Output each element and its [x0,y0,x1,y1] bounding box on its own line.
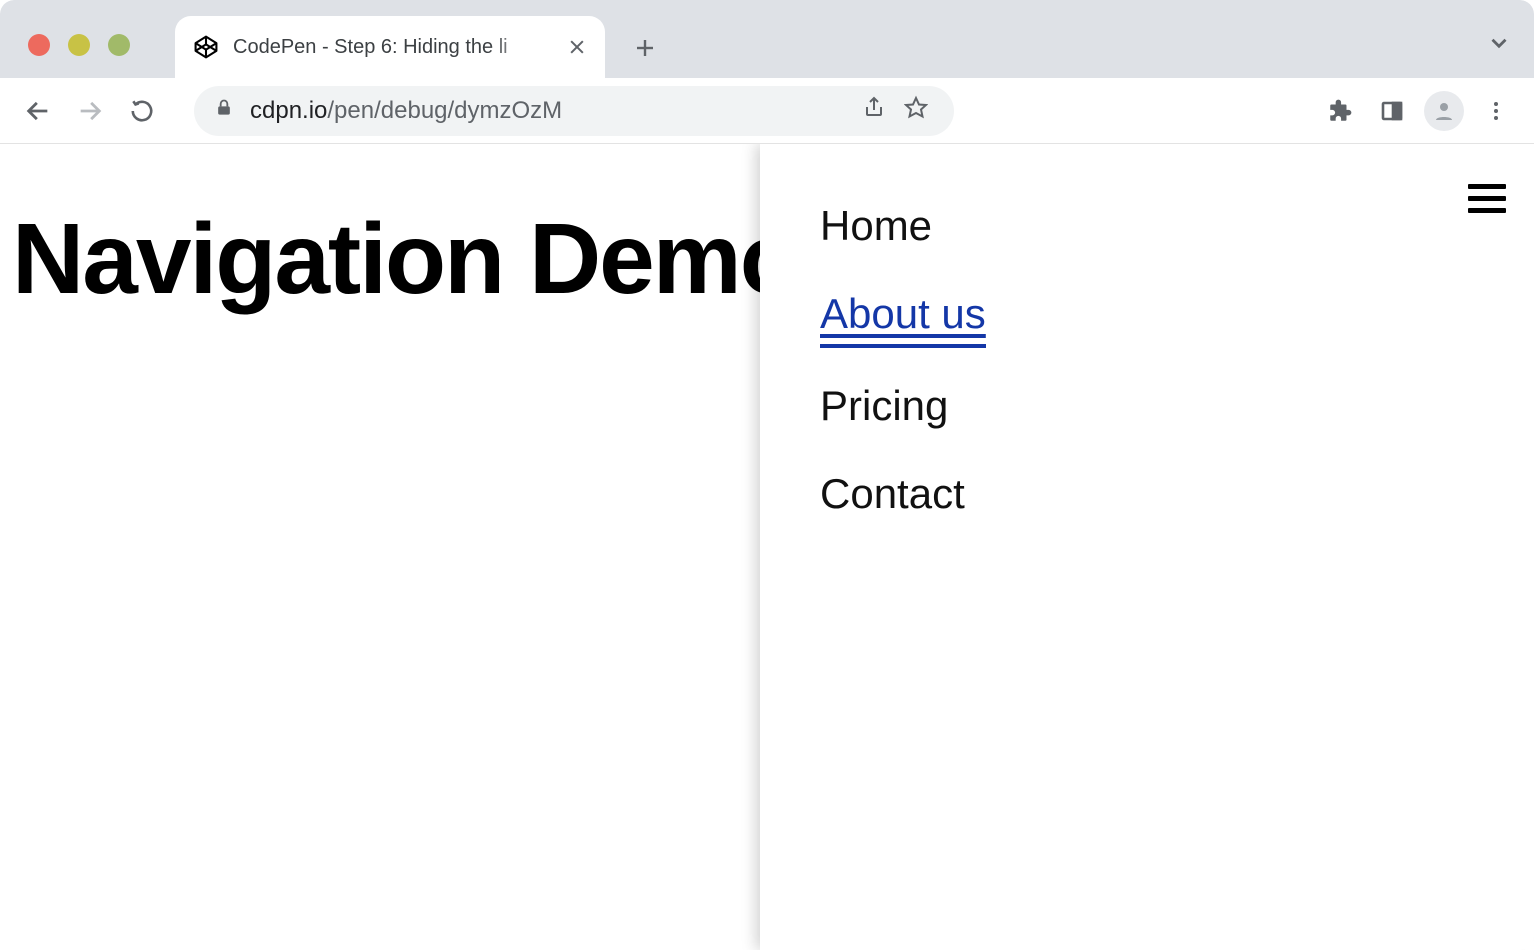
nav-item-pricing[interactable]: Pricing [820,382,1534,436]
reload-button[interactable] [122,91,162,131]
tab-search-button[interactable] [1486,30,1512,61]
window-minimize-button[interactable] [68,34,90,56]
nav-item-contact[interactable]: Contact [820,470,1534,524]
extensions-icon[interactable] [1320,91,1360,131]
close-icon[interactable] [567,37,587,57]
address-bar[interactable]: cdpn.io/pen/debug/dymzOzM [194,86,954,136]
nav-link[interactable]: Contact [820,470,965,524]
window-controls [28,34,130,56]
browser-toolbar: cdpn.io/pen/debug/dymzOzM [0,78,1534,144]
window-close-button[interactable] [28,34,50,56]
page-title: Navigation Demo [0,202,799,317]
kebab-menu-icon[interactable] [1476,91,1516,131]
nav-item-about[interactable]: About us [820,290,1534,348]
browser-tabstrip: CodePen - Step 6: Hiding the li [0,0,1534,78]
forward-button[interactable] [70,91,110,131]
nav-link[interactable]: Pricing [820,382,948,436]
window-maximize-button[interactable] [108,34,130,56]
profile-avatar[interactable] [1424,91,1464,131]
back-button[interactable] [18,91,58,131]
hamburger-icon[interactable] [1468,184,1506,213]
tab-title: CodePen - Step 6: Hiding the li [233,36,553,59]
page-content: Navigation Demo Home About us Pricing Co… [0,144,1534,950]
lock-icon [214,97,234,125]
nav-link[interactable]: About us [820,290,986,348]
sidepanel-icon[interactable] [1372,91,1412,131]
codepen-icon [193,34,219,60]
bookmark-icon[interactable] [904,95,928,126]
share-icon[interactable] [862,95,886,126]
url-text: cdpn.io/pen/debug/dymzOzM [250,97,562,125]
nav-link[interactable]: Home [820,202,932,256]
nav-drawer: Home About us Pricing Contact [760,144,1534,950]
nav-item-home[interactable]: Home [820,202,1534,256]
browser-tab[interactable]: CodePen - Step 6: Hiding the li [175,16,605,78]
new-tab-button[interactable] [625,28,665,68]
